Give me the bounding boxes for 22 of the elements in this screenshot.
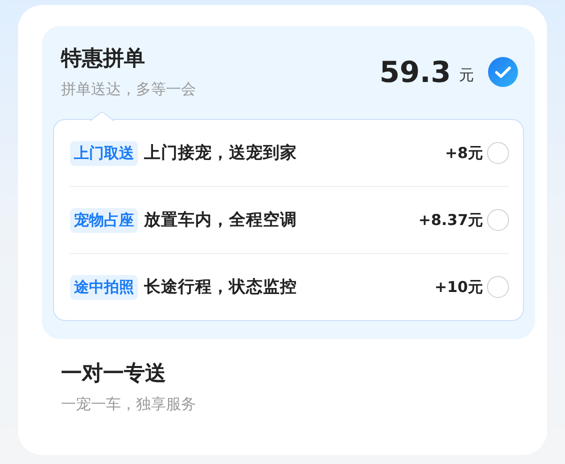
addon-tag: 途中拍照	[70, 274, 138, 300]
addon-description: 上门接宠，送宠到家	[144, 142, 298, 164]
check-icon[interactable]	[488, 56, 518, 86]
addon-price: +10元	[434, 278, 483, 296]
option-subtitle: 拼单送达，多等一会	[61, 80, 197, 99]
option-title: 特惠拼单	[61, 45, 146, 72]
option-subtitle: 一宠一车，独享服务	[61, 395, 197, 414]
delivery-option[interactable]: 一对一专送 一宠一车，独享服务	[42, 339, 535, 432]
option-title: 一对一专送	[61, 360, 167, 387]
addon-price: +8.37元	[418, 210, 483, 230]
price: 59.3	[379, 54, 451, 88]
currency-unit: 元	[459, 66, 474, 85]
addon-tag: 上门取送	[70, 140, 138, 166]
addon-description: 放置车内，全程空调	[144, 209, 298, 231]
addon-radio[interactable]	[487, 276, 509, 298]
addon-tag: 宠物占座	[70, 208, 138, 232]
addon-radio[interactable]	[487, 142, 509, 164]
addon-radio[interactable]	[487, 209, 509, 231]
panel-pointer	[90, 112, 114, 121]
addon-description: 长途行程，状态监控	[144, 276, 298, 298]
delivery-option[interactable]: 特惠拼单 拼单送达，多等一会 59.3 元 上门取送 上门接宠，送宠到家 +8元 宠物占座 放置车内，全程空调 +8.37元 途中拍照 长途行程，状态监控 +10元	[42, 26, 535, 339]
addon-price: +8元	[444, 144, 483, 162]
